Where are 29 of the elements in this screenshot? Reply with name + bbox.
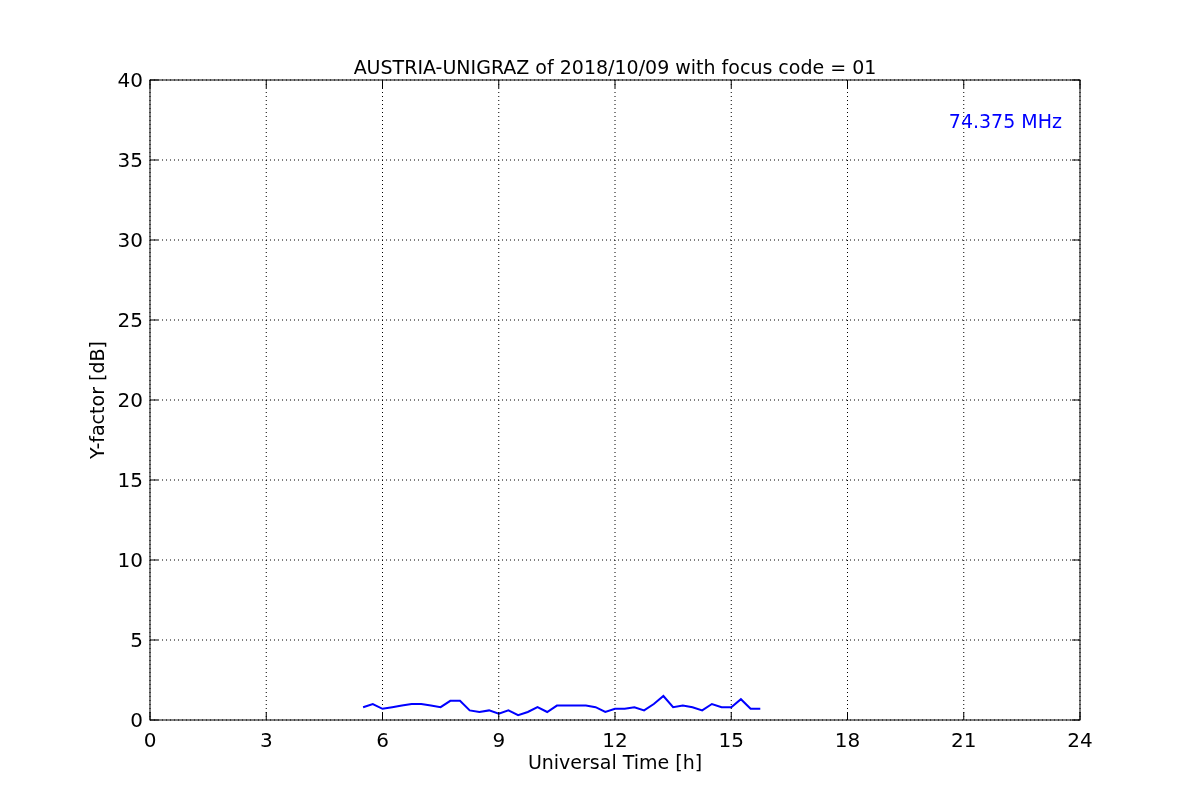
tick-label: 15 (718, 728, 744, 752)
annotation-label: 74.375 MHz (948, 110, 1062, 132)
tick-label: 35 (117, 148, 143, 172)
tick-label: 15 (117, 468, 143, 492)
tick-label: 3 (259, 728, 273, 752)
tick-label: 6 (376, 728, 389, 752)
tick-label: 40 (117, 68, 143, 92)
axis-label: Universal Time [h] (527, 751, 703, 773)
tick-label: 12 (602, 728, 628, 752)
tick-mark (498, 711, 500, 721)
tick-label: 0 (130, 708, 143, 732)
tick-label: 20 (117, 388, 143, 412)
tick-mark (847, 711, 848, 721)
axis-label: Y-factor [dB] (86, 341, 108, 459)
tick-mark (382, 711, 383, 721)
tick-label: 30 (117, 228, 143, 252)
tick-label: 18 (834, 728, 861, 752)
tick-mark (265, 711, 267, 721)
tick-label: 21 (951, 728, 977, 752)
tick-mark (730, 711, 732, 721)
tick-label: 10 (117, 548, 143, 572)
tick-mark (963, 711, 965, 721)
tick-label: 24 (1067, 728, 1093, 752)
tick-label: 5 (130, 628, 143, 652)
tick-label: 9 (492, 728, 506, 752)
tick-label: 25 (117, 308, 143, 332)
tick-label: 0 (143, 728, 157, 752)
tick-mark (614, 711, 616, 721)
chart-title: AUSTRIA-UNIGRAZ of 2018/10/09 with focus code = 01 (353, 56, 877, 78)
